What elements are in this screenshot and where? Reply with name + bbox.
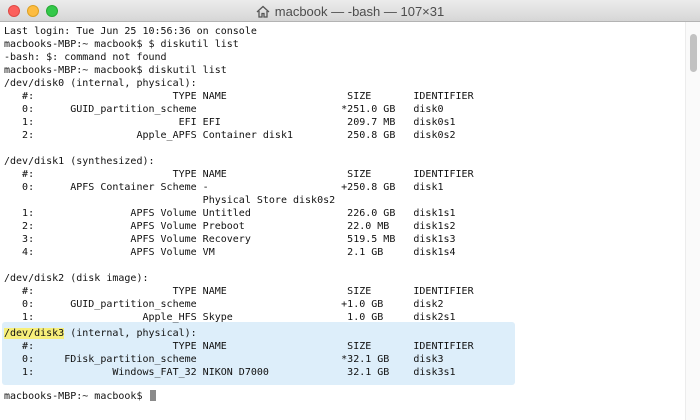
terminal-line: 0: FDisk_partition_scheme *32.1 GB disk3 [4, 354, 444, 365]
terminal-content[interactable]: Last login: Tue Jun 25 10:56:36 on conso… [0, 22, 683, 420]
terminal-line: Physical Store disk0s2 [4, 195, 336, 206]
terminal-line: 0: GUID_partition_scheme +1.0 GB disk2 [4, 299, 444, 310]
terminal-line: 1: Apple_HFS Skype 1.0 GB disk2s1 [4, 312, 456, 323]
terminal-line: #: TYPE NAME SIZE IDENTIFIER [4, 169, 474, 180]
terminal-line-disk3-header: /dev/disk3 (internal, physical): [4, 327, 197, 340]
terminal-window: macbook — -bash — 107×31 Last login: Tue… [0, 0, 700, 420]
terminal-line: 0: APFS Container Scheme - +250.8 GB dis… [4, 182, 444, 193]
terminal-line: /dev/disk1 (synthesized): [4, 156, 155, 167]
selected-text: /dev/disk3 [4, 328, 65, 339]
terminal-line: /dev/disk2 (disk image): [4, 273, 149, 284]
home-folder-icon [256, 5, 270, 18]
terminal-line: #: TYPE NAME SIZE IDENTIFIER [4, 286, 474, 297]
window-title-container: macbook — -bash — 107×31 [0, 0, 700, 22]
terminal-line: 1: APFS Volume Untitled 226.0 GB disk1s1 [4, 208, 456, 219]
text-cursor [149, 390, 156, 401]
terminal-line: #: TYPE NAME SIZE IDENTIFIER [4, 91, 474, 102]
terminal-line: 2: APFS Volume Preboot 22.0 MB disk1s2 [4, 221, 456, 232]
terminal-line: macbooks-MBP:~ macbook$ diskutil list [4, 65, 227, 76]
terminal-line: -bash: $: command not found [4, 52, 167, 63]
shell-prompt: macbooks-MBP:~ macbook$ [4, 391, 149, 402]
title-bar[interactable]: macbook — -bash — 107×31 [0, 0, 700, 22]
terminal-line: #: TYPE NAME SIZE IDENTIFIER [4, 341, 474, 352]
window-title: macbook — -bash — 107×31 [274, 3, 445, 19]
terminal-line: /dev/disk0 (internal, physical): [4, 78, 197, 89]
terminal-line: macbooks-MBP:~ macbook$ $ diskutil list [4, 39, 239, 50]
terminal-line: 0: GUID_partition_scheme *251.0 GB disk0 [4, 104, 444, 115]
disk3-header-rest: (internal, physical): [64, 328, 197, 339]
terminal-line: 1: EFI EFI 209.7 MB disk0s1 [4, 117, 456, 128]
terminal-line: 4: APFS Volume VM 2.1 GB disk1s4 [4, 247, 456, 258]
scrollbar-thumb[interactable] [690, 34, 697, 72]
terminal-line: Last login: Tue Jun 25 10:56:36 on conso… [4, 26, 257, 37]
terminal-line: 1: Windows_FAT_32 NIKON D7000 32.1 GB di… [4, 367, 456, 378]
vertical-scrollbar[interactable] [685, 22, 700, 420]
terminal-line: 3: APFS Volume Recovery 519.5 MB disk1s3 [4, 234, 456, 245]
terminal-line: 2: Apple_APFS Container disk1 250.8 GB d… [4, 130, 456, 141]
terminal-prompt-line: macbooks-MBP:~ macbook$ [4, 390, 156, 403]
